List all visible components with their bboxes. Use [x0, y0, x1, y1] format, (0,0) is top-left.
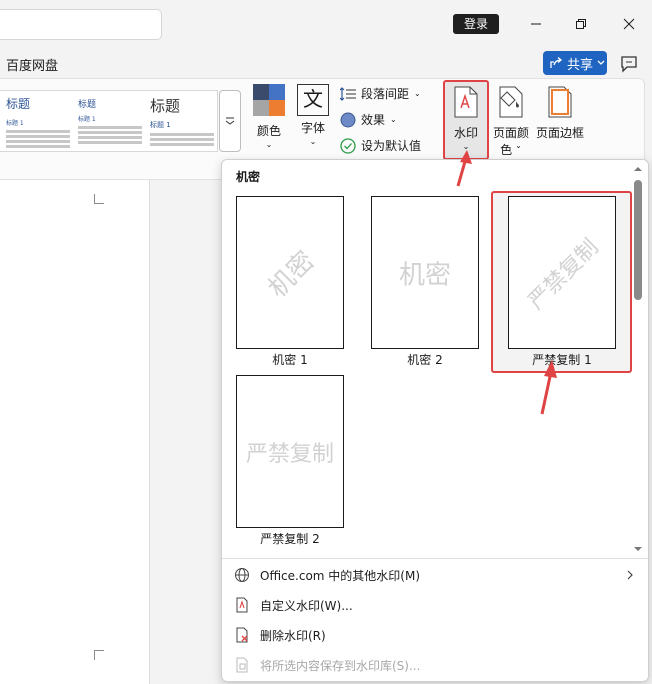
watermark-option-do-not-copy-1[interactable]: 严禁复制 — [508, 196, 616, 349]
paragraph-spacing-icon — [340, 86, 356, 101]
colors-button[interactable]: 颜色 ⌄ — [250, 84, 288, 149]
chevron-down-icon — [597, 60, 605, 65]
watermark-option-label: 严禁复制 1 — [532, 353, 592, 367]
chevron-down-icon: ⌄ — [390, 115, 397, 124]
login-button[interactable]: 登录 — [453, 14, 499, 34]
set-as-default-label: 设为默认值 — [361, 139, 422, 153]
style-set-gallery: 标题 标题 1 标题 标题 1 标题 标题 1 — [0, 90, 218, 152]
save-to-gallery-item[interactable]: 将所选内容保存到水印库(S)... — [234, 653, 634, 677]
style-title: 标题 — [78, 100, 97, 110]
page-borders-icon — [548, 86, 572, 118]
gallery-scrollbar[interactable] — [631, 162, 645, 556]
menu-item-label: 将所选内容保存到水印库(S)... — [260, 658, 421, 673]
effects-label: 效果 — [361, 113, 386, 127]
paragraph-spacing-button[interactable]: 段落间距 ⌄ — [340, 85, 421, 102]
more-icon — [225, 117, 235, 125]
watermark-option-label: 机密 1 — [272, 353, 308, 367]
custom-watermark-item[interactable]: 自定义水印(W)... — [234, 593, 634, 617]
watermark-option-confidential-2[interactable]: 机密 — [371, 196, 479, 349]
scroll-thumb[interactable] — [634, 180, 642, 300]
style-subtitle: 标题 1 — [6, 120, 24, 127]
style-set-item[interactable]: 标题 标题 1 — [78, 95, 142, 151]
menu-item-label: 删除水印(R) — [260, 628, 326, 643]
style-subtitle: 标题 1 — [78, 116, 96, 123]
annotation-arrow — [540, 360, 557, 415]
watermark-option-confidential-1[interactable]: 机密 — [236, 196, 344, 349]
watermark-preview-text: 严禁复制 — [523, 234, 604, 315]
menu-item-label: 自定义水印(W)... — [260, 598, 353, 613]
style-preview-lines — [6, 130, 70, 148]
colors-icon — [253, 84, 285, 116]
fonts-icon: 文 — [297, 84, 329, 116]
watermark-option-label: 机密 2 — [407, 353, 443, 367]
page-color-label-2: 色 — [500, 143, 513, 157]
watermark-option-label: 严禁复制 2 — [260, 532, 320, 546]
close-icon[interactable] — [617, 12, 641, 36]
comments-icon[interactable] — [618, 53, 640, 75]
watermark-dropdown: 机密 机密 机密 1 机密 机密 2 严禁复制 严禁复制 1 严禁复制 严禁复制… — [221, 159, 649, 682]
effects-icon — [340, 112, 356, 127]
tab-baidu-netdisk[interactable]: 百度网盘 — [6, 55, 58, 74]
style-preview-lines — [150, 133, 214, 146]
watermark-preview-text: 严禁复制 — [245, 441, 335, 467]
page-borders-label: 页面边框 — [535, 126, 584, 140]
fonts-button[interactable]: 文 字体 ⌄ — [294, 84, 332, 146]
section-title: 机密 — [236, 170, 261, 184]
remove-watermark-icon — [236, 627, 248, 643]
page-color-button[interactable]: 页面颜 色 ⌄ — [490, 86, 532, 158]
style-set-item[interactable]: 标题 标题 1 — [6, 95, 70, 151]
checkmark-circle-icon — [340, 137, 356, 154]
chevron-down-icon: ⌄ — [265, 140, 273, 149]
restore-icon[interactable] — [569, 12, 593, 36]
style-title: 标题 — [6, 97, 31, 111]
style-subtitle: 标题 1 — [150, 121, 171, 129]
colors-label: 颜色 — [256, 124, 281, 138]
share-label: 共享 — [567, 57, 594, 73]
globe-icon — [235, 568, 249, 582]
page-borders-button[interactable]: 页面边框 — [534, 86, 586, 141]
chevron-right-icon — [627, 570, 633, 580]
minimize-icon[interactable] — [524, 12, 548, 36]
custom-watermark-icon — [236, 597, 248, 613]
watermark-preview-text: 机密 — [262, 245, 321, 304]
remove-watermark-item[interactable]: 删除水印(R) — [234, 623, 634, 647]
title-bar: 登录 — [0, 0, 652, 48]
style-preview-lines — [78, 126, 142, 144]
watermark-icon — [454, 86, 478, 118]
set-as-default-button[interactable]: 设为默认值 — [340, 137, 421, 154]
watermark-label: 水印 — [453, 126, 478, 140]
page-color-icon — [499, 86, 523, 118]
gallery-more-button[interactable] — [219, 90, 241, 152]
style-set-item[interactable]: 标题 标题 1 — [150, 95, 214, 151]
scroll-down-icon[interactable] — [631, 544, 645, 554]
share-icon — [550, 57, 563, 68]
menu-item-label: Office.com 中的其他水印(M) — [260, 568, 421, 583]
chevron-down-icon: ⌄ — [309, 137, 317, 146]
paragraph-spacing-label: 段落间距 — [361, 87, 410, 101]
menu-separator — [222, 558, 648, 559]
chevron-down-icon: ⌄ — [414, 89, 421, 98]
save-to-gallery-icon — [236, 657, 248, 673]
chevron-down-icon: ⌄ — [515, 141, 522, 150]
effects-button[interactable]: 效果 ⌄ — [340, 111, 397, 128]
scroll-up-icon[interactable] — [631, 164, 645, 174]
watermark-button[interactable]: 水印 ⌄ — [448, 86, 484, 151]
fonts-label: 字体 — [300, 121, 325, 135]
search-input[interactable] — [0, 9, 162, 40]
margin-corner-mark — [94, 194, 104, 204]
share-button[interactable]: 共享 — [543, 51, 607, 75]
page-color-label: 页面颜 — [492, 126, 529, 140]
style-title: 标题 — [150, 97, 181, 115]
watermark-preview-text: 机密 — [398, 260, 452, 290]
margin-corner-mark — [94, 650, 104, 660]
document-page[interactable] — [0, 180, 150, 684]
watermark-option-do-not-copy-2[interactable]: 严禁复制 — [236, 375, 344, 528]
more-watermarks-item[interactable]: Office.com 中的其他水印(M) — [234, 563, 634, 587]
annotation-arrow — [456, 150, 472, 187]
